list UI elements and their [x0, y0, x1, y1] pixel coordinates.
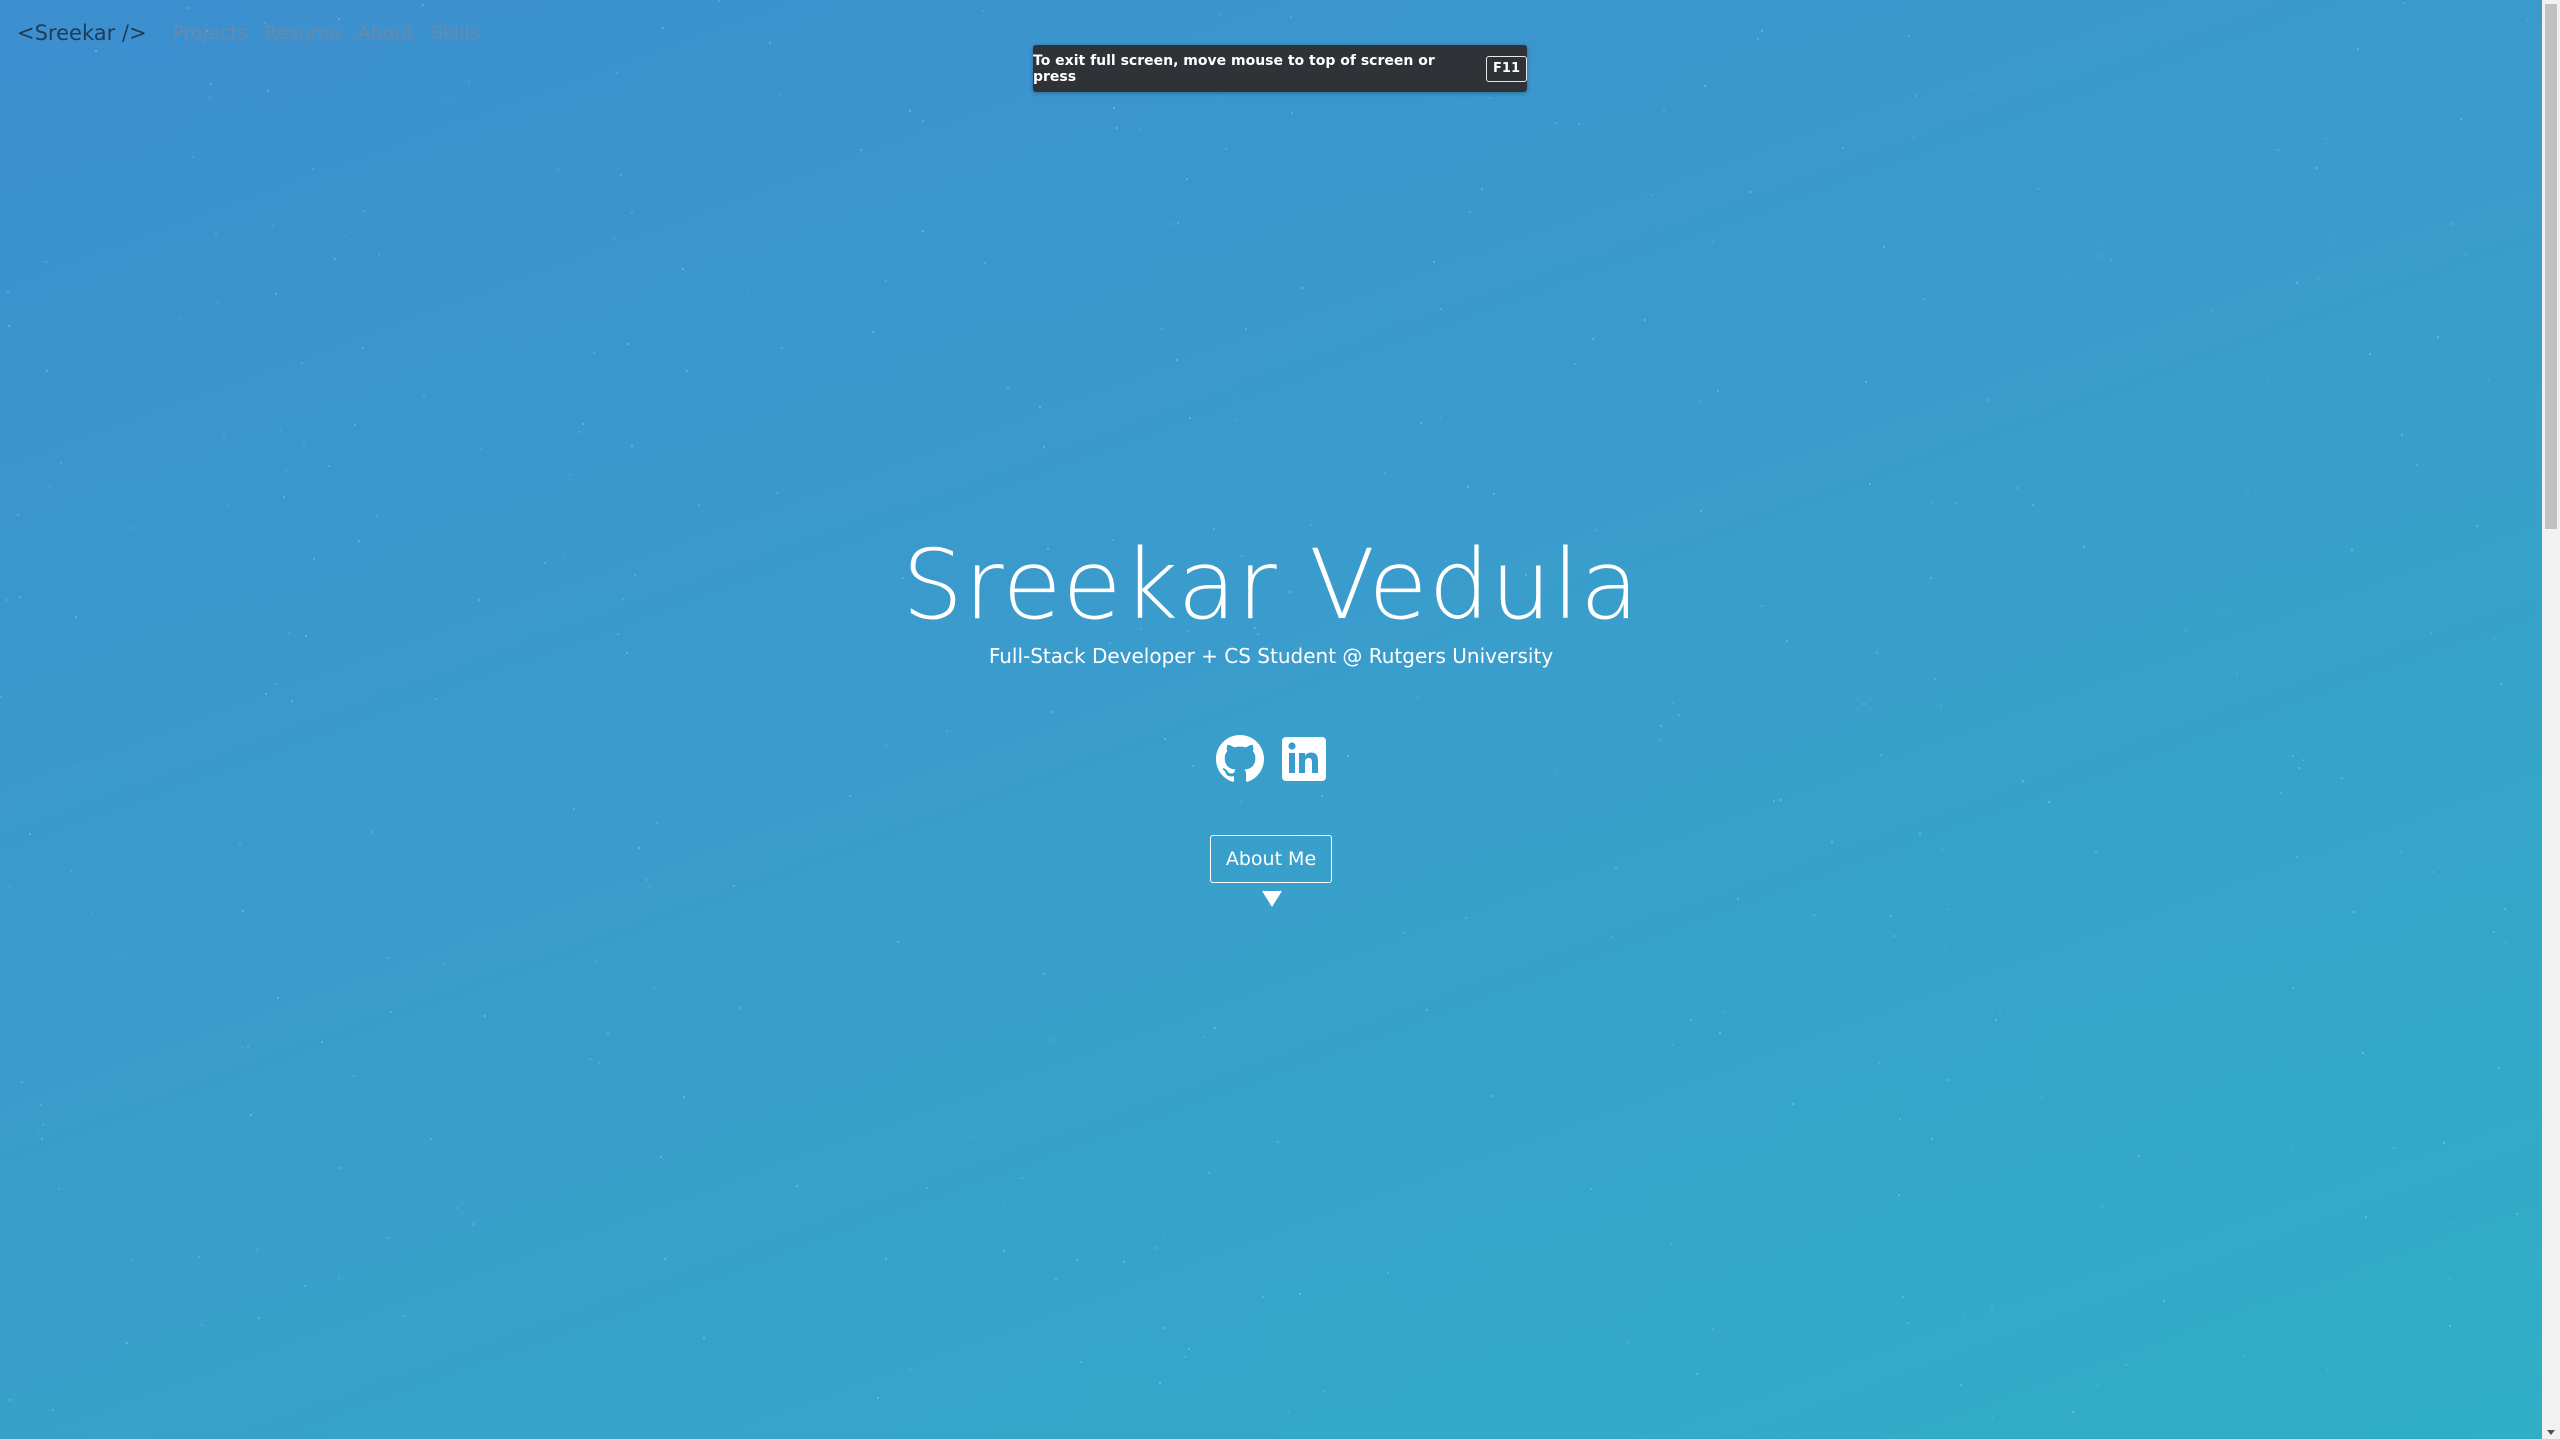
nav-link-resume[interactable]: Resume: [265, 22, 341, 44]
fullscreen-notice-text: To exit full screen, move mouse to top o…: [1033, 52, 1435, 85]
github-link[interactable]: [1216, 735, 1264, 783]
brand-logo[interactable]: <Sreekar />: [17, 21, 147, 45]
github-icon: [1216, 735, 1264, 782]
starfield-background: [0, 0, 2542, 1439]
hero-subtitle: Full-Stack Developer + CS Student @ Rutg…: [988, 644, 1554, 668]
about-me-button[interactable]: About Me: [1210, 835, 1332, 883]
scrollbar-down-arrow-icon[interactable]: [2547, 1430, 2555, 1435]
hero-name: Sreekar Vedula: [902, 529, 1640, 641]
fullscreen-exit-notice: To exit full screen, move mouse to top o…: [1033, 45, 1527, 92]
nav-link-projects[interactable]: Projects: [173, 22, 248, 44]
nav-link-skills[interactable]: Skills: [431, 22, 480, 44]
fullscreen-key-badge: F11: [1486, 55, 1527, 82]
nav-link-about[interactable]: About: [358, 22, 414, 44]
linkedin-icon: [1282, 737, 1326, 781]
linkedin-link[interactable]: [1280, 735, 1328, 783]
scrollbar-thumb[interactable]: [2545, 4, 2557, 529]
social-links: [1216, 735, 1328, 783]
scroll-down-arrow-icon[interactable]: [1262, 891, 1282, 907]
navbar: <Sreekar /> Projects Resume About Skills: [17, 18, 497, 48]
page-scrollbar[interactable]: [2542, 0, 2560, 1439]
